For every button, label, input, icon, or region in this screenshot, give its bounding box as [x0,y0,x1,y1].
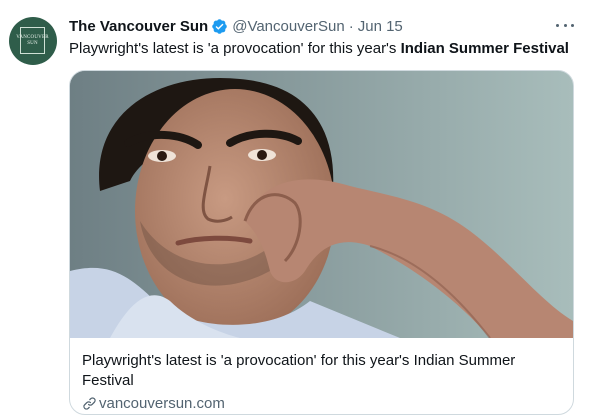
link-card[interactable]: Playwright's latest is 'a provocation' f… [69,70,574,415]
card-image[interactable] [70,71,573,338]
tweet[interactable]: VANCOUVER SUN The Vancouver Sun @Vancouv… [0,0,595,417]
link-icon [83,396,96,410]
logo-text-line-2: SUN [27,40,38,46]
verified-badge-icon [212,18,227,34]
handle[interactable]: @VancouverSun [232,18,345,35]
separator-dot: · [348,17,354,35]
tweet-header: The Vancouver Sun @VancouverSun · Jun 15 [69,14,403,38]
vancouver-sun-logo: VANCOUVER SUN [16,27,49,54]
portrait-photo [70,71,573,338]
tweet-text-bold: Indian Summer Festival [400,40,569,57]
card-domain-text: vancouversun.com [99,394,225,412]
display-name[interactable]: The Vancouver Sun [69,18,208,35]
avatar[interactable]: VANCOUVER SUN [9,17,57,65]
tweet-text-plain: Playwright's latest is 'a provocation' f… [69,40,401,57]
card-title[interactable]: Playwright's latest is 'a provocation' f… [82,351,552,391]
more-options-icon[interactable] [556,16,574,34]
tweet-text: Playwright's latest is 'a provocation' f… [69,39,569,59]
card-domain[interactable]: vancouversun.com [82,393,225,413]
tweet-date[interactable]: Jun 15 [358,18,403,35]
